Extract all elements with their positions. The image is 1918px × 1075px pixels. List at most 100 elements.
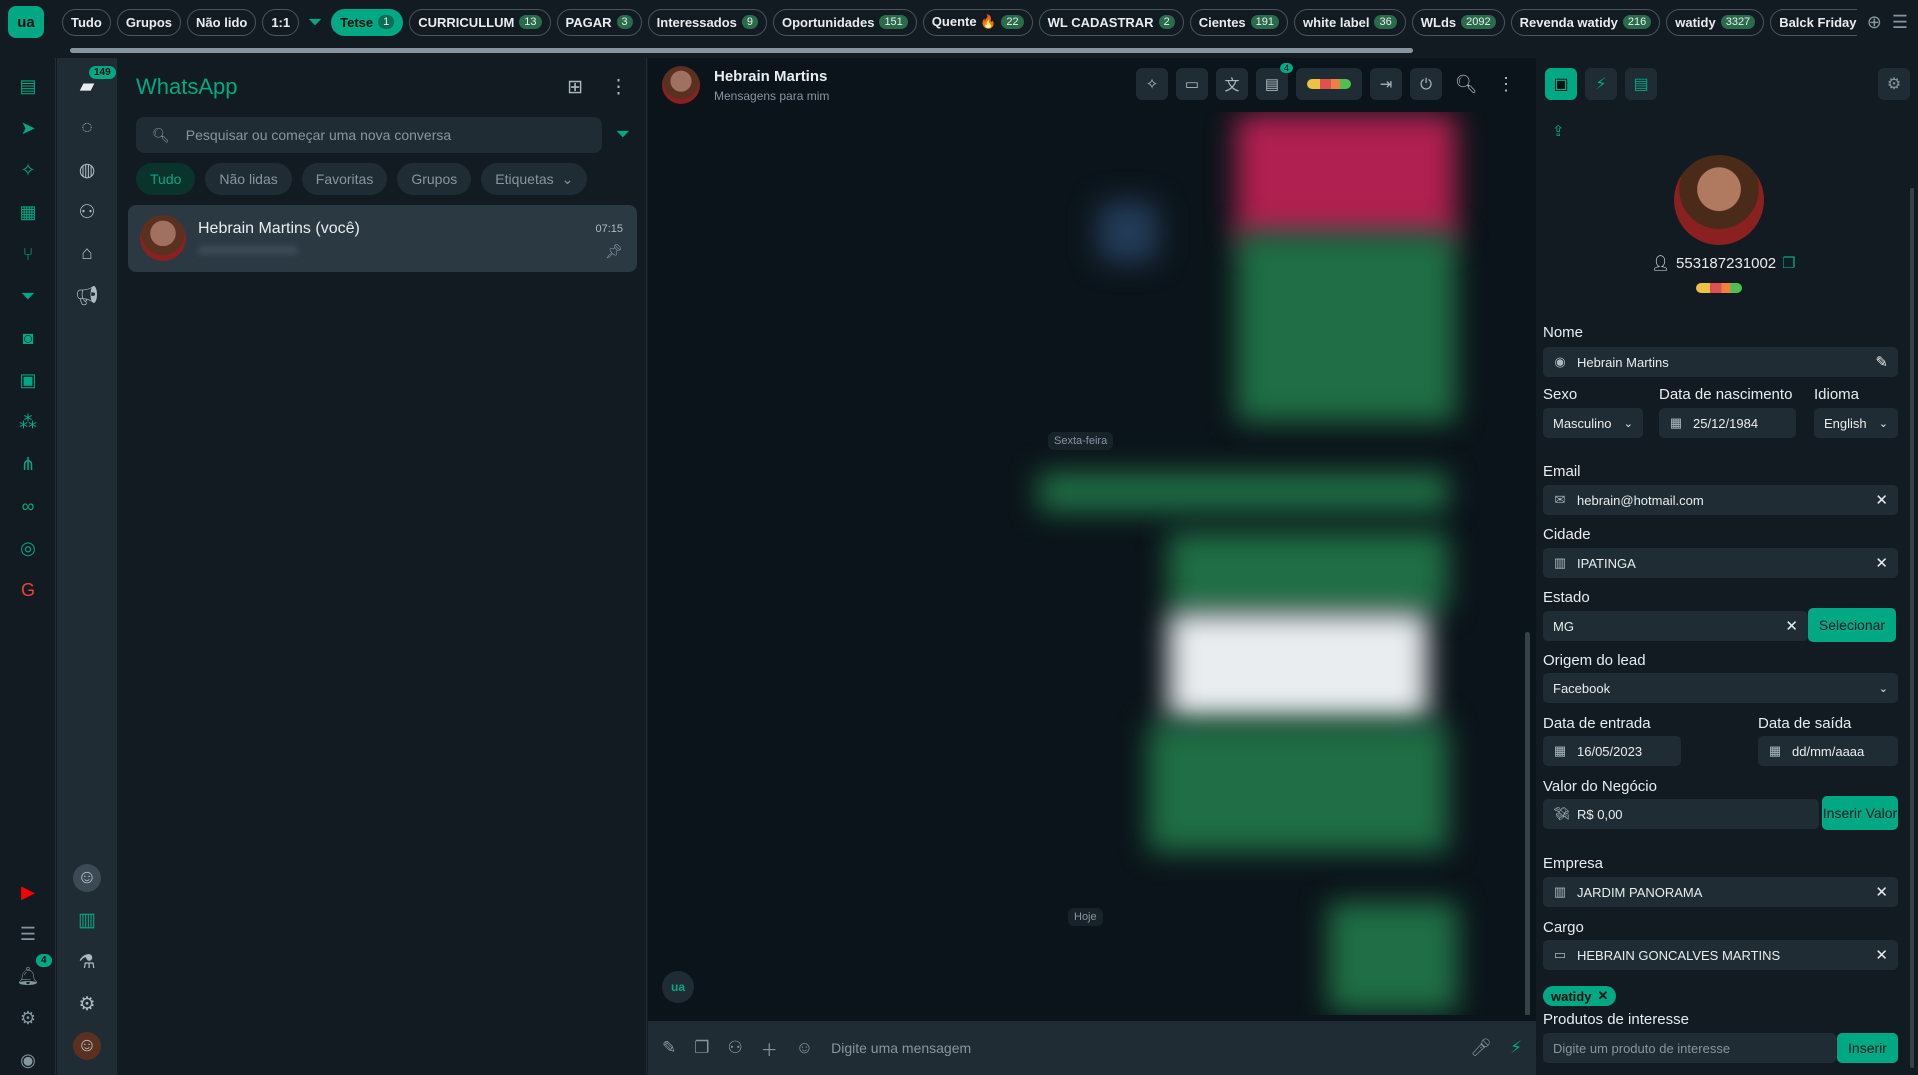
notes-icon[interactable]: ▭ — [1176, 68, 1208, 100]
nascimento-field[interactable]: ▦ 25/12/1984 — [1659, 408, 1796, 438]
inserir-valor-button[interactable]: Inserir Valor — [1822, 796, 1898, 830]
tag-tab[interactable]: Revenda watidy 216 — [1510, 8, 1661, 36]
bell-icon[interactable]: 🔔︎ — [14, 962, 42, 990]
tag-tab[interactable]: Grupos — [116, 8, 182, 36]
tag-tab[interactable]: Cientes 191 — [1189, 8, 1289, 36]
watidy-float-button[interactable]: ua — [662, 971, 694, 1003]
clear-estado-icon[interactable]: ✕ — [1785, 617, 1798, 635]
user-avatar[interactable]: ☺ — [73, 1032, 101, 1060]
broadcast-icon[interactable]: 📢︎ — [73, 282, 101, 310]
google-icon[interactable]: G — [14, 576, 42, 604]
filter-chip[interactable]: Grupos — [397, 163, 472, 195]
pin-conversation-icon[interactable]: ✧ — [1136, 68, 1168, 100]
automation-tab-icon[interactable]: ⚡︎ — [1585, 68, 1617, 100]
panel-settings-icon[interactable]: ⚙ — [1878, 68, 1910, 100]
edit-icon[interactable]: ✎ — [662, 1038, 676, 1058]
entrada-field[interactable]: ▦ 16/05/2023 — [1543, 736, 1681, 766]
cargo-field[interactable]: ▭ HEBRAIN GONCALVES MARTINS ✕ — [1543, 940, 1898, 970]
quick-replies-icon[interactable]: ❐ — [694, 1038, 709, 1058]
origem-select[interactable]: Facebook ⌄ — [1543, 673, 1898, 703]
edit-name-icon[interactable]: ✎ — [1875, 353, 1888, 371]
conversation-avatar[interactable] — [662, 66, 700, 104]
tag-tab[interactable]: PAGAR 3 — [556, 8, 642, 36]
schedule-icon[interactable]: ▤ 4 — [1256, 63, 1293, 100]
send-icon[interactable]: ➤ — [14, 114, 42, 142]
status-icon[interactable]: ◌ — [73, 114, 101, 142]
tag-tab[interactable]: watidy 3327 — [1666, 8, 1765, 36]
search-messages-icon[interactable]: 🔍︎ — [1450, 68, 1482, 100]
remove-tag-icon[interactable]: ✕ — [1597, 988, 1608, 1004]
email-field[interactable]: ✉ hebrain@hotmail.com ✕ — [1543, 485, 1898, 515]
contact-card-icon[interactable]: ⚇ — [728, 1038, 743, 1058]
channels-icon[interactable]: ◍ — [73, 156, 101, 184]
conversation-header[interactable]: Hebrain Martins Mensagens para mim ✧ ▭ 文… — [648, 58, 1536, 112]
unread-filter-icon[interactable]: ⏷ — [616, 124, 630, 145]
tag-tab[interactable]: Quente 🔥 22 — [922, 8, 1033, 36]
filter-chip[interactable]: Favoritas — [301, 163, 388, 195]
flow-icon[interactable]: ⑂ — [14, 240, 42, 268]
ai-sparkle-icon[interactable]: ✧ — [14, 156, 42, 184]
funnel-icon[interactable]: ⏷ — [14, 282, 42, 310]
network-icon[interactable]: ⁂ — [14, 408, 42, 436]
link-icon[interactable]: ∞ — [14, 492, 42, 520]
empresa-field[interactable]: ▥ JARDIM PANORAMA ✕ — [1543, 877, 1898, 907]
tag-tab[interactable]: CURRICULLUM 13 — [409, 8, 551, 36]
sliders-icon[interactable]: ☰ — [14, 920, 42, 948]
power-icon[interactable]: ⏻ — [1410, 68, 1442, 100]
bot-icon[interactable]: ◙ — [14, 324, 42, 352]
tag-tab[interactable]: Tudo — [62, 8, 111, 36]
notes-tab-icon[interactable]: ▤ — [1625, 68, 1657, 100]
clear-empresa-icon[interactable]: ✕ — [1875, 883, 1888, 901]
copy-icon[interactable]: ❐ — [1782, 254, 1795, 272]
tag-tab[interactable]: white label 36 — [1294, 8, 1406, 36]
panel-scrollbar[interactable] — [1910, 188, 1914, 1068]
chat-search-icon[interactable]: ◎ — [14, 534, 42, 562]
clear-email-icon[interactable]: ✕ — [1875, 491, 1888, 509]
tag-tab[interactable]: 1:1 — [262, 8, 300, 36]
tag-tab[interactable]: Interessados 9 — [647, 8, 767, 36]
estado-field[interactable]: MG ✕ — [1543, 611, 1808, 641]
tag-tab[interactable]: WLds 2092 — [1411, 8, 1505, 36]
message-input[interactable] — [831, 1040, 1453, 1056]
contact-tab-icon[interactable]: ▣ — [1545, 68, 1577, 100]
message-scrollbar[interactable] — [1525, 632, 1530, 1015]
search-input[interactable] — [185, 127, 566, 143]
calendar-icon[interactable]: ▦ — [14, 198, 42, 226]
produtos-input[interactable] — [1553, 1040, 1826, 1056]
communities-icon[interactable]: ⚇ — [73, 198, 101, 226]
transfer-icon[interactable]: ⇥ — [1370, 68, 1402, 100]
contact-tag-colors[interactable] — [1696, 283, 1742, 293]
inserir-button[interactable]: Inserir — [1837, 1033, 1898, 1063]
settings-cog-icon[interactable]: ⚙ — [14, 1004, 42, 1032]
emoji-icon[interactable]: ☺ — [796, 1038, 813, 1058]
tag-tab[interactable]: Não lido — [187, 8, 257, 36]
cidade-field[interactable]: ▥ IPATINGA ✕ — [1543, 548, 1898, 578]
nome-field[interactable]: ◉ Hebrain Martins ✎ — [1543, 347, 1898, 377]
lab-icon[interactable]: ⚗ — [73, 948, 101, 976]
filter-chip[interactable]: Não lidas — [205, 163, 292, 195]
sexo-select[interactable]: Masculino ⌄ — [1543, 408, 1643, 438]
new-chat-icon[interactable]: ⊞ — [567, 76, 583, 99]
youtube-icon[interactable]: ▶ — [14, 878, 42, 906]
org-icon[interactable]: ⋔ — [14, 450, 42, 478]
selecionar-button[interactable]: Selecionar — [1808, 608, 1896, 642]
tag-tab[interactable]: Oportunidades 151 — [772, 8, 917, 36]
clear-cidade-icon[interactable]: ✕ — [1875, 554, 1888, 572]
app-logo[interactable]: ua — [8, 6, 44, 38]
settings-icon[interactable]: ⚙ — [73, 990, 101, 1018]
kanban-icon[interactable]: ▥ — [73, 906, 101, 934]
add-tab-icon[interactable]: ⊕ — [1867, 12, 1882, 33]
message-area[interactable]: Sexta-feira Hoje — [648, 112, 1536, 1015]
saida-field[interactable]: ▦ dd/mm/aaaa — [1758, 736, 1898, 766]
idioma-select[interactable]: English ⌄ — [1814, 408, 1898, 438]
export-icon[interactable]: ⇪ — [1552, 122, 1565, 140]
attach-plus-icon[interactable]: ＋ — [761, 1036, 778, 1061]
chat-panel-icon[interactable]: ▣ — [14, 366, 42, 394]
menu-icon[interactable]: ☰ — [1892, 12, 1908, 33]
tags-button[interactable] — [1296, 68, 1362, 100]
lightning-icon[interactable]: ⚡︎ — [1510, 1038, 1522, 1058]
filter-chip[interactable]: Etiquetas ⌄ — [481, 163, 588, 195]
more-options-icon[interactable]: ⋮ — [609, 76, 628, 99]
tag-tab[interactable]: WL CADASTRAR 2 — [1038, 8, 1184, 36]
microphone-icon[interactable]: 🎤︎ — [1470, 1038, 1492, 1058]
